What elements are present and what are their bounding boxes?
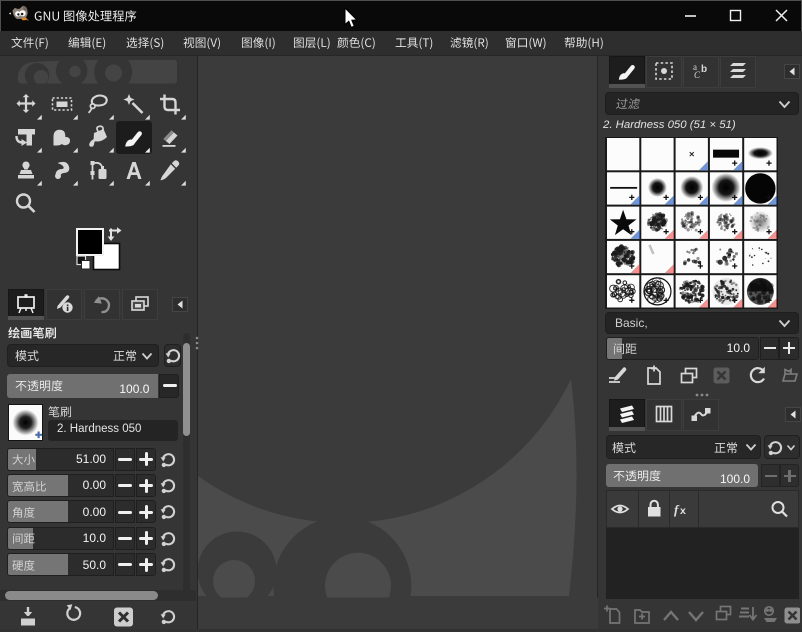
svg-text:x: x [680, 505, 686, 517]
svg-text:b: b [701, 64, 707, 75]
svg-text:C: C [694, 70, 701, 80]
